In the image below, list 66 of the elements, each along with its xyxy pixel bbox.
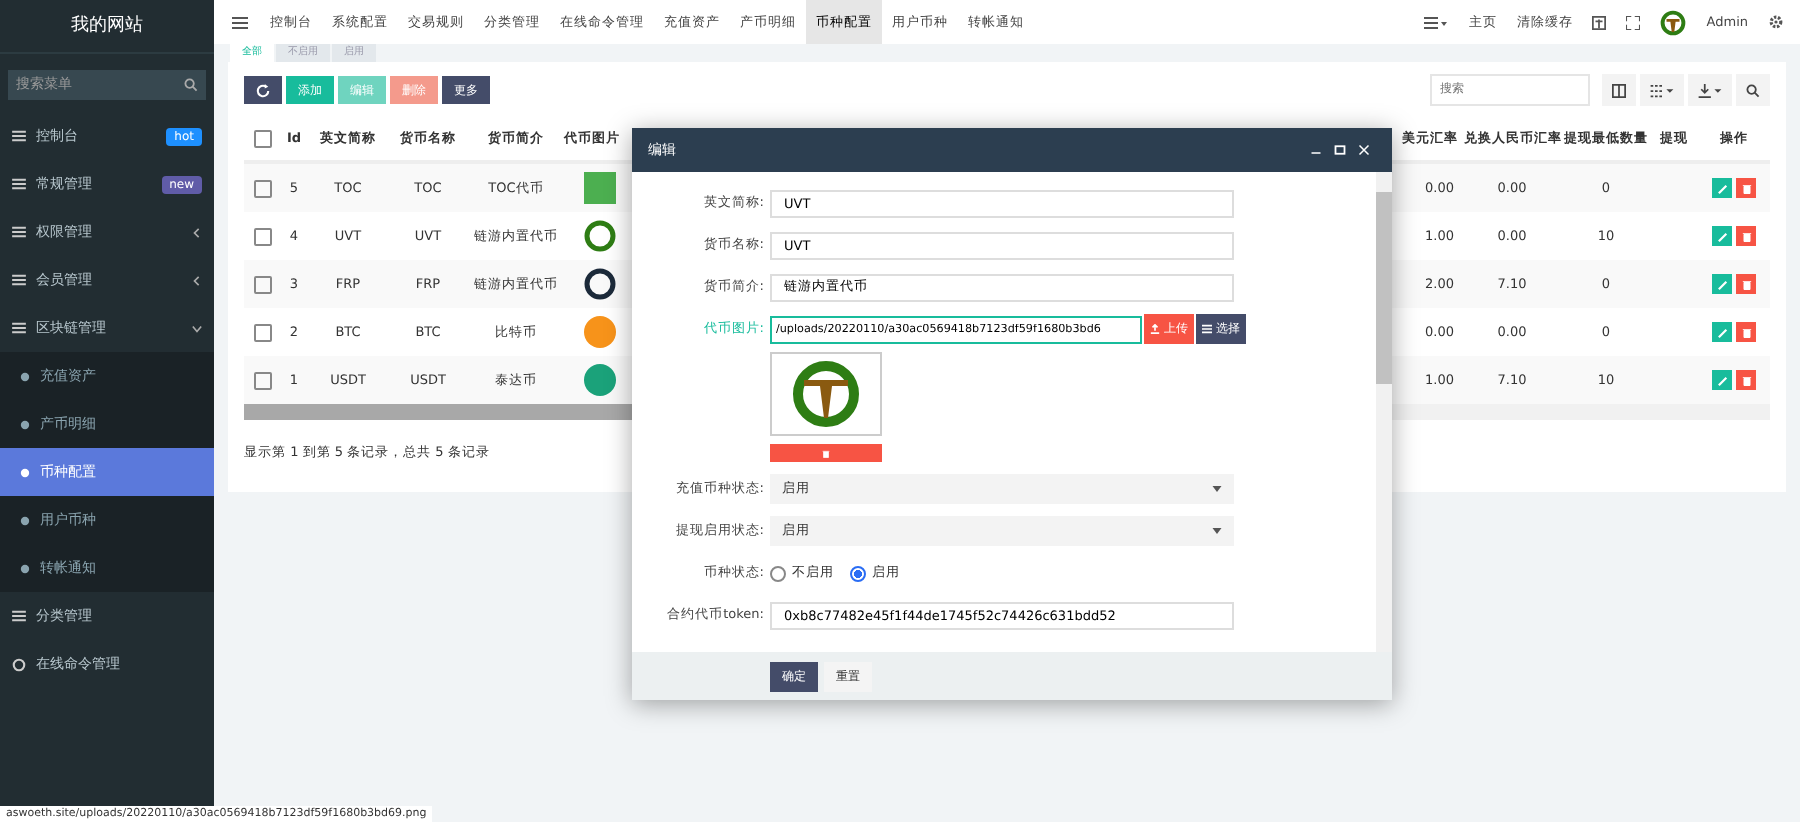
avatar-icon[interactable] [1660, 9, 1687, 35]
edit-button[interactable] [1712, 226, 1732, 246]
close-icon[interactable] [1358, 144, 1370, 156]
download-icon [1698, 83, 1722, 97]
refresh-icon [256, 83, 270, 97]
upload-icon [1150, 324, 1160, 334]
row-checkbox[interactable] [253, 179, 271, 197]
settings-icon[interactable] [1768, 14, 1784, 30]
select-all-checkbox[interactable] [253, 129, 271, 147]
menu-icon[interactable] [232, 15, 248, 29]
list-icon [12, 610, 26, 622]
list-icon [12, 178, 26, 190]
delete-button[interactable] [1736, 370, 1756, 390]
edit-button[interactable] [1712, 178, 1732, 198]
pencil-icon [1717, 375, 1727, 385]
radio-button[interactable] [850, 565, 866, 581]
search-icon [1746, 83, 1760, 97]
delete-button[interactable] [1736, 226, 1756, 246]
row-checkbox[interactable] [253, 371, 271, 389]
edit-button[interactable] [1712, 274, 1732, 294]
trash-icon [1741, 375, 1751, 385]
list-icon [1202, 324, 1212, 334]
grid-icon [1650, 83, 1674, 97]
grid-dropdown-button[interactable] [1640, 74, 1684, 106]
vertical-scrollbar[interactable] [1376, 172, 1392, 652]
search-button[interactable] [1736, 74, 1770, 106]
refresh-button[interactable] [244, 76, 282, 104]
list-icon [12, 226, 26, 238]
dropdown-caret-icon [1212, 528, 1222, 534]
delete-image-button[interactable] [770, 444, 882, 462]
dropdown-caret-icon [1212, 486, 1222, 492]
list-icon [12, 130, 26, 142]
trash-icon [1741, 231, 1751, 241]
columns-button[interactable] [1602, 74, 1636, 106]
radio-button[interactable] [770, 565, 786, 581]
dot-icon [20, 563, 30, 573]
fullscreen-icon[interactable] [1626, 15, 1641, 29]
row-checkbox[interactable] [253, 275, 271, 293]
delete-button[interactable] [1736, 178, 1756, 198]
delete-button[interactable] [1736, 274, 1756, 294]
trash-icon [1741, 327, 1751, 337]
pencil-icon [1717, 183, 1727, 193]
menu-dropdown-icon[interactable] [1424, 15, 1449, 29]
maximize-icon[interactable] [1334, 144, 1346, 156]
list-icon [12, 274, 26, 286]
list-icon [12, 322, 26, 334]
trash-icon [1741, 183, 1751, 193]
trash-icon [822, 449, 830, 457]
circle-icon [12, 657, 26, 671]
columns-icon [1612, 83, 1626, 97]
trash-icon [1741, 279, 1751, 289]
edit-button[interactable] [1712, 322, 1732, 342]
search-icon [184, 78, 198, 92]
export-dropdown-button[interactable] [1688, 74, 1732, 106]
pencil-icon [1717, 279, 1727, 289]
dot-icon [20, 419, 30, 429]
row-checkbox[interactable] [253, 323, 271, 341]
edit-button[interactable] [1712, 370, 1732, 390]
dot-icon [20, 371, 30, 381]
pencil-icon [1717, 231, 1727, 241]
dot-icon [20, 515, 30, 525]
coin-logo-preview [770, 352, 882, 436]
row-checkbox[interactable] [253, 227, 271, 245]
dot-icon [20, 467, 30, 477]
pencil-icon [1717, 327, 1727, 337]
delete-button[interactable] [1736, 322, 1756, 342]
